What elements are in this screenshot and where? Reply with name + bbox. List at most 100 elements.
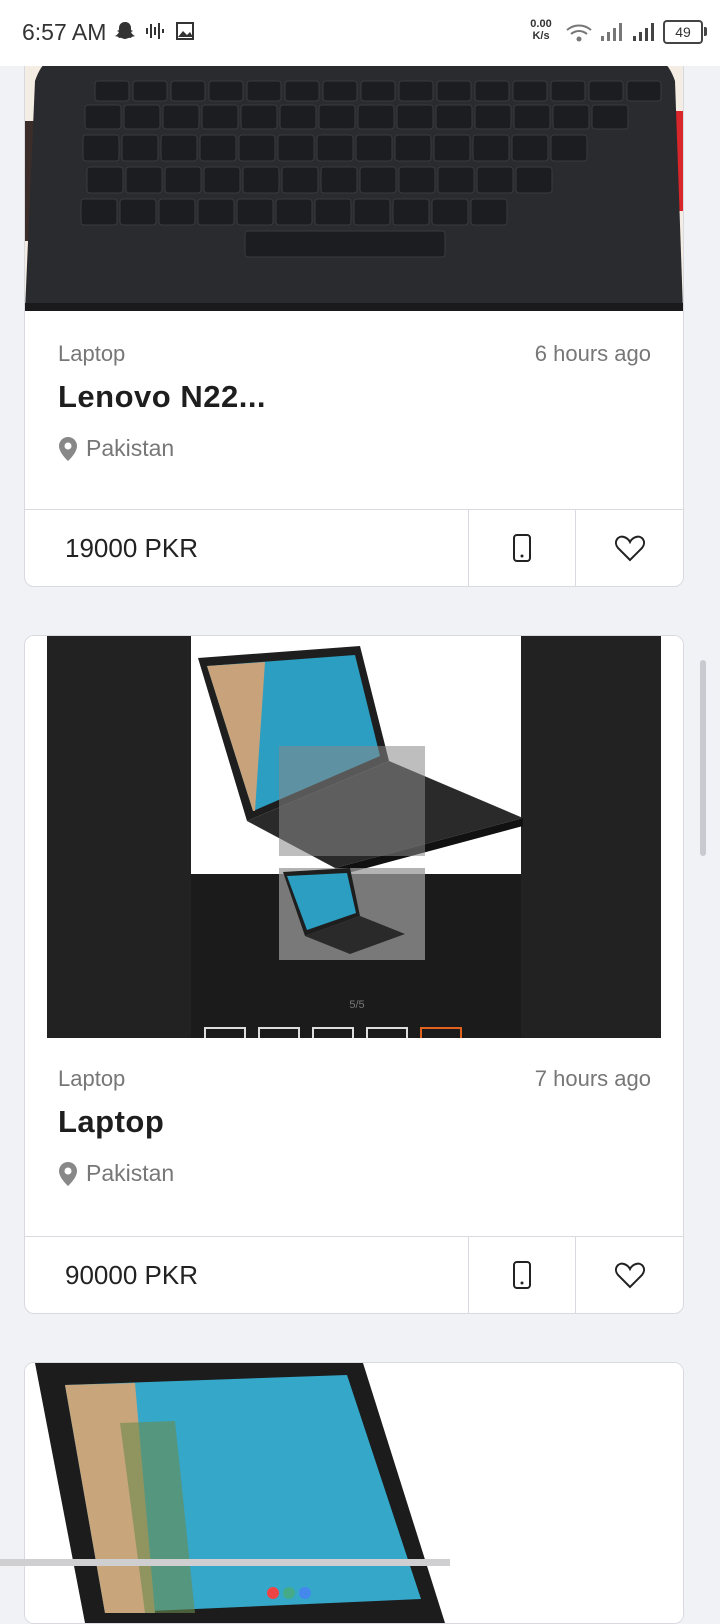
- keyboard-key: [320, 166, 358, 194]
- keyboard-key: [433, 134, 471, 162]
- favorite-button[interactable]: [575, 510, 683, 586]
- keyboard-key: [357, 104, 395, 130]
- keyboard-key: [208, 80, 244, 102]
- call-button[interactable]: [468, 510, 575, 586]
- keyboard-key: [394, 134, 432, 162]
- listing-card[interactable]: 5/5 Laptop 7 hours ago Laptop Pakistan 9…: [24, 635, 684, 1314]
- keyboard-key: [279, 104, 317, 130]
- listing-image-keyboard[interactable]: [25, 41, 683, 311]
- listing-title[interactable]: Laptop: [58, 1104, 164, 1140]
- heart-outline-icon: [615, 1262, 645, 1289]
- listing-price: 90000 PKR: [65, 1260, 198, 1290]
- keyboard-key: [322, 80, 358, 102]
- keyboard-key: [281, 166, 319, 194]
- keyboard-key: [121, 134, 159, 162]
- keyboard-key: [277, 134, 315, 162]
- keyboard-key: [513, 104, 551, 130]
- keyboard-key: [512, 80, 548, 102]
- keyboard-key: [360, 80, 396, 102]
- keyboard-key: [170, 80, 206, 102]
- keyboard-key: [396, 104, 434, 130]
- listing-category: Laptop: [58, 1066, 126, 1091]
- keyboard-key: [318, 104, 356, 130]
- laptop-photo: 5/5: [47, 636, 683, 1038]
- network-speed-value: 0.00: [530, 18, 552, 30]
- keyboard-spacebar: [244, 230, 446, 258]
- listing-location: Pakistan: [58, 435, 174, 462]
- keyboard-key: [474, 104, 512, 130]
- keyboard-key: [476, 166, 514, 194]
- status-indicators: 49: [565, 20, 707, 44]
- keyboard-key: [203, 166, 241, 194]
- keyboard-key: [435, 104, 473, 130]
- keyboard-key: [550, 80, 586, 102]
- listing-card[interactable]: [24, 1362, 684, 1624]
- battery-icon: 49: [663, 20, 707, 44]
- keyboard-key: [284, 80, 320, 102]
- status-time: 6:57 AM: [22, 19, 107, 45]
- keyboard-key: [314, 198, 352, 226]
- horizontal-scrollbar[interactable]: [0, 1559, 450, 1566]
- network-speed-unit: K/s: [532, 30, 550, 42]
- listing-footer: 19000 PKR: [25, 509, 683, 586]
- keyboard-key: [515, 166, 553, 194]
- listing-title[interactable]: Lenovo N22...: [58, 379, 266, 415]
- keyboard-key: [474, 80, 510, 102]
- keyboard-key: [82, 134, 120, 162]
- keyboard-key: [436, 80, 472, 102]
- mobile-phone-icon: [513, 1261, 531, 1289]
- listing-image-laptop[interactable]: 5/5: [25, 636, 683, 1038]
- listing-time: 7 hours ago: [534, 1066, 651, 1091]
- keyboard-key: [437, 166, 475, 194]
- keyboard-key: [236, 198, 274, 226]
- listing-location: Pakistan: [58, 1160, 174, 1187]
- keyboard-key: [392, 198, 430, 226]
- keyboard-key: [591, 104, 629, 130]
- keyboard-key: [119, 198, 157, 226]
- network-speed: 0.00 K/s: [524, 18, 558, 42]
- heart-outline-icon: [615, 535, 645, 562]
- listing-footer: 90000 PKR: [25, 1236, 683, 1313]
- keyboard-key: [552, 104, 590, 130]
- status-bar: 6:57 AM 0.00 K/s 49: [0, 0, 720, 66]
- vertical-scrollbar[interactable]: [700, 660, 706, 856]
- notification-icons: [114, 20, 196, 42]
- keyboard-key: [472, 134, 510, 162]
- keyboard-key: [511, 134, 549, 162]
- keyboard-key: [275, 198, 313, 226]
- call-button[interactable]: [468, 1237, 575, 1313]
- keyboard-key: [246, 80, 282, 102]
- keyboard-key: [86, 166, 124, 194]
- favorite-button[interactable]: [575, 1237, 683, 1313]
- keyboard-key: [199, 134, 237, 162]
- keyboard-key: [470, 198, 508, 226]
- snapchat-icon: [115, 22, 135, 39]
- map-pin-icon: [59, 1161, 77, 1186]
- gallery-icon: [176, 22, 194, 40]
- signal-icon-2: [633, 23, 654, 41]
- keyboard-key: [359, 166, 397, 194]
- keyboard-key: [94, 80, 130, 102]
- keyboard-key: [132, 80, 168, 102]
- listing-time: 6 hours ago: [534, 341, 651, 366]
- listing-card[interactable]: Laptop 6 hours ago Lenovo N22... Pakista…: [24, 40, 684, 587]
- keyboard-key: [398, 80, 434, 102]
- keyboard-key: [238, 134, 276, 162]
- listing-location-text: Pakistan: [86, 1160, 175, 1186]
- listing-image-laptop-screen[interactable]: [25, 1363, 683, 1623]
- keyboard-key: [550, 134, 588, 162]
- image-counter: 5/5: [349, 999, 364, 1011]
- keyboard-key: [355, 134, 393, 162]
- keyboard-key: [160, 134, 198, 162]
- keyboard-key: [588, 80, 624, 102]
- wifi-icon: [566, 24, 592, 42]
- keyboard-key: [197, 198, 235, 226]
- keyboard-key: [398, 166, 436, 194]
- keyboard-key: [162, 104, 200, 130]
- keyboard-photo: [25, 41, 683, 311]
- mobile-phone-icon: [513, 534, 531, 562]
- listing-location-text: Pakistan: [86, 435, 175, 461]
- keyboard-key: [242, 166, 280, 194]
- audio-waveform-icon: [146, 23, 164, 39]
- keyboard-key: [123, 104, 161, 130]
